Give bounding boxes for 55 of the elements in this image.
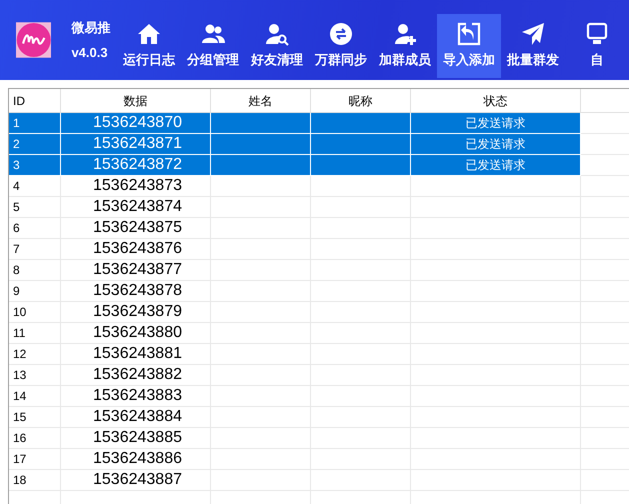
id-cell: 13 (9, 365, 61, 386)
toolbar-button[interactable]: 运行日志 (117, 14, 181, 78)
data-cell: 1536243886 (61, 449, 211, 470)
id-cell: 2 (9, 134, 61, 155)
data-cell: 1536243885 (61, 428, 211, 449)
id-cell: 5 (9, 197, 61, 218)
toolbar-button[interactable]: 分组管理 (181, 14, 245, 78)
id-cell: 3 (9, 155, 61, 176)
data-cell: 1536243883 (61, 386, 211, 407)
status-cell: 已发送请求 (411, 134, 581, 155)
data-cell: 1536243879 (61, 302, 211, 323)
id-cell: 14 (9, 386, 61, 407)
user-add-icon (393, 22, 417, 46)
toolbar-button[interactable]: 加群成员 (373, 14, 437, 78)
app-version: v4.0.3 (71, 44, 109, 62)
send-icon (521, 22, 545, 46)
data-cell: 1536243874 (61, 197, 211, 218)
data-cell: 1536243875 (61, 218, 211, 239)
id-cell: 10 (9, 302, 61, 323)
id-cell: 9 (9, 281, 61, 302)
data-cell: 1536243881 (61, 344, 211, 365)
sync-icon (329, 22, 353, 46)
toolbar-button[interactable]: 自 (565, 14, 629, 78)
id-cell: 4 (9, 176, 61, 197)
app-name: 微易推 (71, 18, 112, 36)
id-cell: 11 (9, 323, 61, 344)
data-cell: 1536243877 (61, 260, 211, 281)
status-cell: 已发送请求 (411, 113, 581, 134)
id-cell: 16 (9, 428, 61, 449)
import-icon (457, 22, 481, 46)
data-cell: 1536243876 (61, 239, 211, 260)
id-cell: 12 (9, 344, 61, 365)
data-cell: 1536243870 (61, 113, 211, 134)
user-search-icon (265, 22, 289, 46)
data-cell: 1536243872 (61, 155, 211, 176)
id-cell: 7 (9, 239, 61, 260)
data-cell: 1536243884 (61, 407, 211, 428)
data-cell: 1536243878 (61, 281, 211, 302)
data-cell: 1536243871 (61, 134, 211, 155)
data-cell: 1536243880 (61, 323, 211, 344)
id-cell: 18 (9, 470, 61, 491)
id-cell: 15 (9, 407, 61, 428)
data-cell: 1536243887 (61, 470, 211, 491)
toolbar-button[interactable]: 导入添加 (437, 14, 501, 78)
toolbar-button[interactable]: 万群同步 (309, 14, 373, 78)
id-cell: 6 (9, 218, 61, 239)
toolbar-button[interactable]: 批量群发 (501, 14, 565, 78)
status-cell: 已发送请求 (411, 155, 581, 176)
id-cell: 1 (9, 113, 61, 134)
data-cell: 1536243873 (61, 176, 211, 197)
data-cell: 1536243882 (61, 365, 211, 386)
id-cell: 17 (9, 449, 61, 470)
id-cell: 8 (9, 260, 61, 281)
toolbar-button[interactable]: 好友清理 (245, 14, 309, 78)
home-icon (137, 22, 161, 46)
